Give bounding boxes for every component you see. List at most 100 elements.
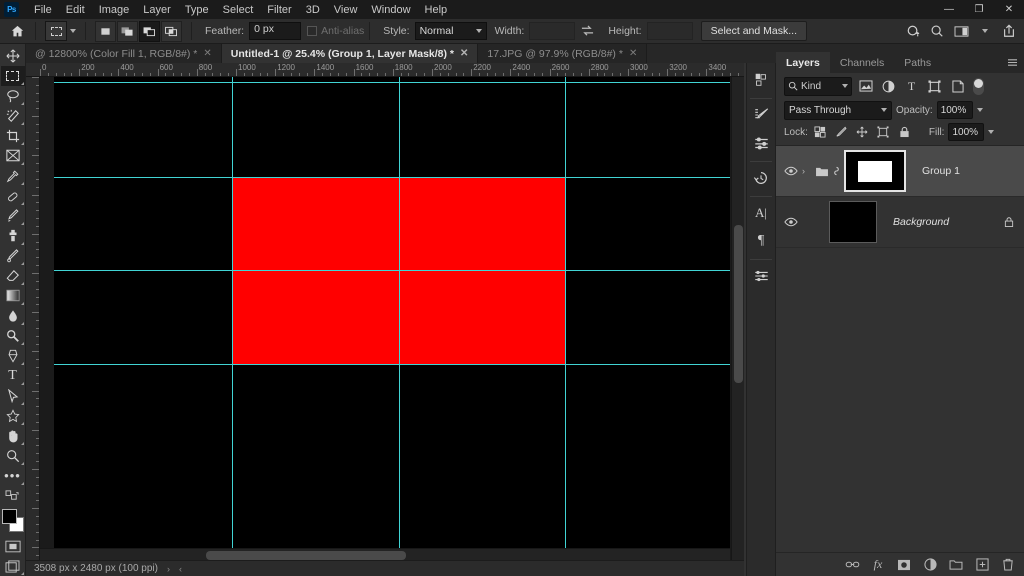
lock-artboard-nesting-icon[interactable] <box>875 124 892 141</box>
eraser-tool[interactable] <box>1 266 25 286</box>
guide-horizontal-4[interactable] <box>54 364 730 365</box>
status-next-arrow[interactable]: › <box>167 564 170 574</box>
restore-button[interactable]: ❐ <box>964 0 994 19</box>
layer-row-background[interactable]: Background <box>776 197 1024 248</box>
tab-layers[interactable]: Layers <box>776 52 830 73</box>
intersect-with-selection-button[interactable] <box>161 20 182 42</box>
guide-horizontal-2[interactable] <box>54 177 730 178</box>
canvas-vertical-scrollbar[interactable] <box>731 77 744 562</box>
layer-mask-thumbnail[interactable] <box>844 150 906 192</box>
zoom-tool[interactable] <box>1 446 25 466</box>
search-icon[interactable] <box>926 20 948 42</box>
menu-file[interactable]: File <box>27 0 59 19</box>
clone-stamp-tool[interactable] <box>1 226 25 246</box>
layer-row-group-1[interactable]: › Group 1 <box>776 146 1024 197</box>
magic-wand-tool[interactable] <box>1 106 25 126</box>
menu-view[interactable]: View <box>327 0 365 19</box>
height-input[interactable] <box>646 22 693 40</box>
menu-window[interactable]: Window <box>364 0 417 19</box>
screen-mode-icon[interactable] <box>1 556 25 576</box>
anti-alias-checkbox[interactable]: Anti-alias <box>307 25 364 37</box>
close-icon[interactable]: ✕ <box>460 48 468 59</box>
spot-healing-brush-tool[interactable] <box>1 186 25 206</box>
lock-image-pixels-icon[interactable] <box>833 124 850 141</box>
color-swatches[interactable] <box>1 508 25 532</box>
brush-tool[interactable] <box>1 206 25 226</box>
document-tab-1[interactable]: @ 12800% (Color Fill 1, RGB/8#) * ✕ <box>26 44 222 63</box>
panel-menu-icon[interactable] <box>1007 58 1018 67</box>
paragraph-panel-icon[interactable]: ¶ <box>748 228 774 254</box>
swap-dimensions-icon[interactable] <box>581 25 594 37</box>
lock-all-icon[interactable] <box>896 124 913 141</box>
status-prev-arrow[interactable]: ‹ <box>179 564 182 574</box>
opacity-chevron-down-icon[interactable] <box>976 108 983 112</box>
tool-preset-picker[interactable] <box>41 21 80 41</box>
dodge-tool[interactable] <box>1 326 25 346</box>
layer-name[interactable]: Group 1 <box>922 165 960 177</box>
layer-mask-link-icon[interactable] <box>830 165 842 177</box>
guide-horizontal-1[interactable] <box>54 82 730 83</box>
menu-type[interactable]: Type <box>178 0 216 19</box>
vertical-ruler[interactable] <box>26 77 40 576</box>
properties-panel-icon[interactable] <box>748 263 774 289</box>
lasso-tool[interactable] <box>1 86 25 106</box>
document-tab-3[interactable]: 17.JPG @ 97.9% (RGB/8#) * ✕ <box>478 44 648 63</box>
chevron-down-icon[interactable] <box>70 29 76 33</box>
subtract-from-selection-button[interactable] <box>139 20 160 42</box>
menu-help[interactable]: Help <box>418 0 455 19</box>
filter-smart-object-layers-icon[interactable] <box>948 77 967 96</box>
layer-style-icon[interactable]: fx <box>870 557 886 573</box>
fill-chevron-down-icon[interactable] <box>988 130 995 134</box>
menu-image[interactable]: Image <box>92 0 137 19</box>
foreground-color-swatch[interactable] <box>1 508 17 524</box>
select-and-mask-button[interactable]: Select and Mask... <box>700 21 807 41</box>
layer-visibility-icon[interactable] <box>780 217 802 227</box>
move-tool[interactable] <box>1 46 25 66</box>
adjustments-icon[interactable] <box>748 130 774 156</box>
path-selection-tool[interactable] <box>1 386 25 406</box>
menu-select[interactable]: Select <box>216 0 261 19</box>
share-icon[interactable] <box>998 20 1020 42</box>
frame-tool[interactable] <box>1 146 25 166</box>
feather-input[interactable]: 0 px <box>249 22 302 40</box>
layer-visibility-icon[interactable] <box>780 166 802 176</box>
color-panel-icon[interactable] <box>748 67 774 93</box>
search-ai-icon[interactable] <box>902 20 924 42</box>
new-selection-button[interactable] <box>95 20 116 42</box>
lock-transparent-pixels-icon[interactable] <box>812 124 829 141</box>
new-group-icon[interactable] <box>948 557 964 573</box>
lock-position-icon[interactable] <box>854 124 871 141</box>
blur-tool[interactable] <box>1 306 25 326</box>
guide-vertical-2[interactable] <box>399 77 400 559</box>
blend-mode-select[interactable]: Pass Through <box>784 100 892 120</box>
document-tab-2[interactable]: Untitled-1 @ 25.4% (Group 1, Layer Mask/… <box>221 44 479 63</box>
quick-mask-icon[interactable] <box>1 536 25 556</box>
guide-vertical-3[interactable] <box>565 77 566 559</box>
swap-colors-icon[interactable] <box>1 486 25 506</box>
workspace-icon[interactable] <box>950 20 972 42</box>
filter-pixel-layers-icon[interactable] <box>856 77 875 96</box>
layer-thumbnail[interactable] <box>829 201 877 243</box>
gradient-tool[interactable] <box>1 286 25 306</box>
close-button[interactable]: ✕ <box>994 0 1024 19</box>
history-brush-tool[interactable] <box>1 246 25 266</box>
layer-name[interactable]: Background <box>893 216 949 228</box>
horizontal-ruler[interactable]: 0 200 400 600 800 1000 1200 1400 1600 1800 2000 220… <box>26 63 744 77</box>
menu-3d[interactable]: 3D <box>299 0 327 19</box>
home-icon[interactable] <box>4 19 30 43</box>
crop-tool[interactable] <box>1 126 25 146</box>
artboard[interactable] <box>54 77 730 559</box>
link-layers-icon[interactable] <box>844 557 860 573</box>
hand-tool[interactable] <box>1 426 25 446</box>
opacity-input[interactable]: 100% <box>936 101 973 119</box>
add-to-selection-button[interactable] <box>117 20 138 42</box>
custom-shape-tool[interactable] <box>1 406 25 426</box>
type-tool[interactable]: T <box>1 366 25 386</box>
close-icon[interactable]: ✕ <box>629 48 637 59</box>
pen-tool[interactable] <box>1 346 25 366</box>
add-layer-mask-icon[interactable] <box>896 557 912 573</box>
new-adjustment-layer-icon[interactable] <box>922 557 938 573</box>
scrollbar-thumb[interactable] <box>206 551 406 560</box>
filter-toggle-switch[interactable] <box>973 77 984 95</box>
edit-toolbar-button[interactable]: ••• <box>1 466 25 486</box>
